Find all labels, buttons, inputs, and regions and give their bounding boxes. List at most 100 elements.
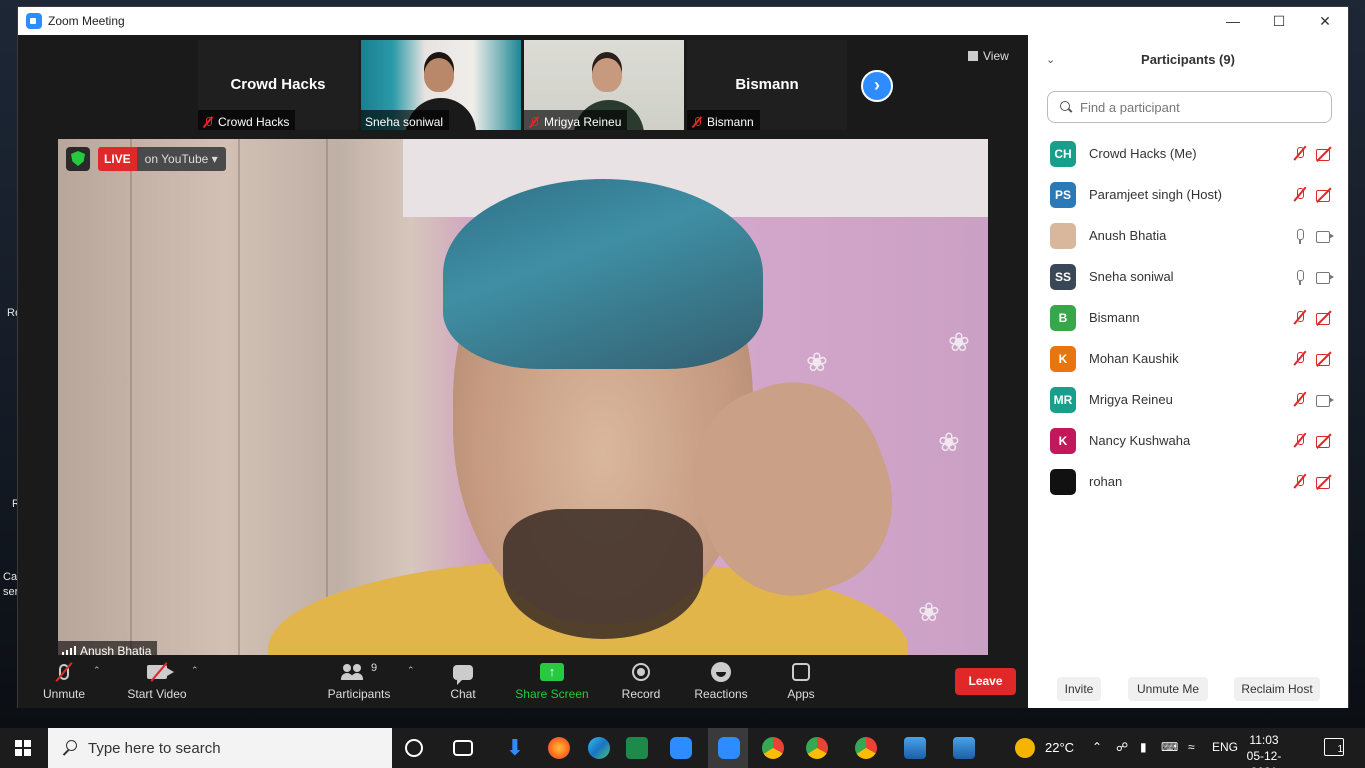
- participant-avatar: PS: [1050, 181, 1076, 208]
- weather-sun-icon[interactable]: [1015, 738, 1035, 758]
- thumbnail-label: Sneha soniwal: [365, 114, 444, 129]
- video-area: Crowd Hacks Crowd Hacks Sneha soniwal Mr…: [18, 35, 1028, 661]
- reclaim-host-button[interactable]: Reclaim Host: [1234, 677, 1320, 701]
- thumbnail-mrigya[interactable]: Mrigya Reineu: [524, 40, 684, 130]
- wifi-icon[interactable]: ≈: [1188, 740, 1195, 754]
- audio-options-caret-icon[interactable]: ⌃: [93, 665, 101, 676]
- participant-row[interactable]: SS Sneha soniwal: [1028, 256, 1348, 297]
- participant-search[interactable]: [1047, 91, 1332, 123]
- leave-button[interactable]: Leave: [955, 668, 1016, 695]
- next-page-arrow-icon[interactable]: ›: [861, 70, 893, 102]
- chrome-profile-icon[interactable]: [806, 737, 828, 759]
- thumbnail-sneha[interactable]: Sneha soniwal: [361, 40, 521, 130]
- participant-row[interactable]: CH Crowd Hacks (Me): [1028, 133, 1348, 174]
- zoom-meeting-taskbar-icon[interactable]: [718, 737, 740, 759]
- start-video-button[interactable]: Start Video: [122, 659, 192, 701]
- security-shield-icon[interactable]: [66, 147, 90, 171]
- video-off-icon[interactable]: [1316, 147, 1334, 161]
- muted-mic-icon[interactable]: [1293, 392, 1307, 408]
- video-icon[interactable]: [1316, 270, 1334, 284]
- meet-now-icon[interactable]: ☍: [1116, 740, 1128, 754]
- mic-icon[interactable]: [1293, 269, 1307, 285]
- start-video-label: Start Video: [127, 687, 187, 701]
- zoom-taskbar-icon[interactable]: [670, 737, 692, 759]
- photos-icon[interactable]: [953, 737, 975, 759]
- battery-icon[interactable]: ▮: [1140, 740, 1147, 754]
- video-icon[interactable]: [1316, 393, 1334, 407]
- participant-search-input[interactable]: [1080, 99, 1320, 115]
- apps-icon: [792, 663, 810, 681]
- photos-icon[interactable]: [904, 737, 926, 759]
- unmute-button[interactable]: Unmute: [36, 659, 92, 701]
- minimize-button[interactable]: —: [1210, 7, 1256, 35]
- video-off-icon[interactable]: [1316, 311, 1334, 325]
- participants-options-caret-icon[interactable]: ⌃: [407, 665, 415, 676]
- wardrobe-edge: [130, 139, 132, 661]
- chrome-icon[interactable]: [762, 737, 784, 759]
- participants-label: Participants: [327, 687, 391, 701]
- windows-taskbar: Type here to search ⬇ 22°C ⌃ ☍ ▮ ⌨ ≈ ENG…: [0, 728, 1365, 768]
- taskbar-search-box[interactable]: Type here to search: [48, 728, 392, 768]
- task-view-icon[interactable]: [453, 740, 473, 756]
- participant-row[interactable]: PS Paramjeet singh (Host): [1028, 174, 1348, 215]
- apps-button[interactable]: Apps: [783, 659, 819, 701]
- video-off-icon[interactable]: [1316, 475, 1334, 489]
- desktop-icon-label: Ca: [3, 571, 18, 583]
- participant-avatar: K: [1050, 427, 1076, 454]
- participants-count: 9: [370, 662, 378, 674]
- participant-row[interactable]: rohan: [1028, 461, 1348, 502]
- muted-mic-icon[interactable]: [1293, 474, 1307, 490]
- chrome-profile-icon[interactable]: [855, 737, 877, 759]
- share-screen-button[interactable]: ↑ Share Screen: [513, 659, 591, 701]
- chat-button[interactable]: Chat: [443, 659, 483, 701]
- participant-row[interactable]: B Bismann: [1028, 297, 1348, 338]
- notifications-icon[interactable]: 1: [1324, 738, 1344, 756]
- participants-button[interactable]: 9 Participants: [323, 659, 395, 701]
- video-off-icon[interactable]: [1316, 434, 1334, 448]
- participant-avatar: [1050, 468, 1076, 495]
- invite-button[interactable]: Invite: [1057, 677, 1101, 701]
- mic-icon[interactable]: [1293, 228, 1307, 244]
- participant-row[interactable]: Anush Bhatia: [1028, 215, 1348, 256]
- cortana-icon[interactable]: [405, 739, 423, 757]
- firefox-icon[interactable]: [548, 737, 570, 759]
- title-bar: Zoom Meeting — ☐ ✕: [18, 7, 1348, 35]
- live-stream-badge[interactable]: LIVE on YouTube ▾: [98, 147, 226, 171]
- participant-name: Sneha soniwal: [1089, 269, 1174, 284]
- muted-mic-icon[interactable]: [1293, 433, 1307, 449]
- video-options-caret-icon[interactable]: ⌃: [191, 665, 199, 676]
- record-button[interactable]: Record: [618, 659, 664, 701]
- participant-row[interactable]: K Mohan Kaushik: [1028, 338, 1348, 379]
- unmute-me-button[interactable]: Unmute Me: [1128, 677, 1208, 701]
- record-label: Record: [621, 687, 661, 701]
- thumbnail-bismann[interactable]: Bismann Bismann: [687, 40, 847, 130]
- view-button[interactable]: View: [968, 49, 1009, 63]
- muted-mic-icon[interactable]: [1293, 351, 1307, 367]
- participant-avatar: MR: [1050, 386, 1076, 413]
- video-off-icon[interactable]: [1316, 352, 1334, 366]
- video-icon[interactable]: [1316, 229, 1334, 243]
- edge-icon[interactable]: [588, 737, 610, 759]
- downloads-arrow-icon[interactable]: ⬇: [504, 737, 526, 759]
- participant-row[interactable]: K Nancy Kushwaha: [1028, 420, 1348, 461]
- muted-mic-icon[interactable]: [1293, 187, 1307, 203]
- close-button[interactable]: ✕: [1302, 7, 1348, 35]
- temperature[interactable]: 22°C: [1045, 740, 1074, 755]
- video-off-icon[interactable]: [1316, 188, 1334, 202]
- muted-mic-icon[interactable]: [1293, 310, 1307, 326]
- muted-mic-icon[interactable]: [1293, 146, 1307, 162]
- keyboard-icon[interactable]: ⌨: [1161, 740, 1178, 754]
- reactions-button[interactable]: Reactions: [691, 659, 751, 701]
- view-label: View: [983, 49, 1009, 63]
- language-indicator[interactable]: ENG: [1212, 740, 1238, 754]
- participant-row[interactable]: MR Mrigya Reineu: [1028, 379, 1348, 420]
- maximize-button[interactable]: ☐: [1256, 7, 1302, 35]
- participant-name: Bismann: [1089, 310, 1140, 325]
- clock-date: 05-12-2021: [1246, 749, 1282, 768]
- show-hidden-icons-chevron-icon[interactable]: ⌃: [1092, 740, 1102, 754]
- excel-icon[interactable]: [626, 737, 648, 759]
- windows-start-icon[interactable]: [15, 740, 31, 756]
- participant-name: rohan: [1089, 474, 1123, 489]
- thumbnail-crowd-hacks[interactable]: Crowd Hacks Crowd Hacks: [198, 40, 358, 130]
- system-clock[interactable]: 11:03 05-12-2021: [1236, 732, 1292, 768]
